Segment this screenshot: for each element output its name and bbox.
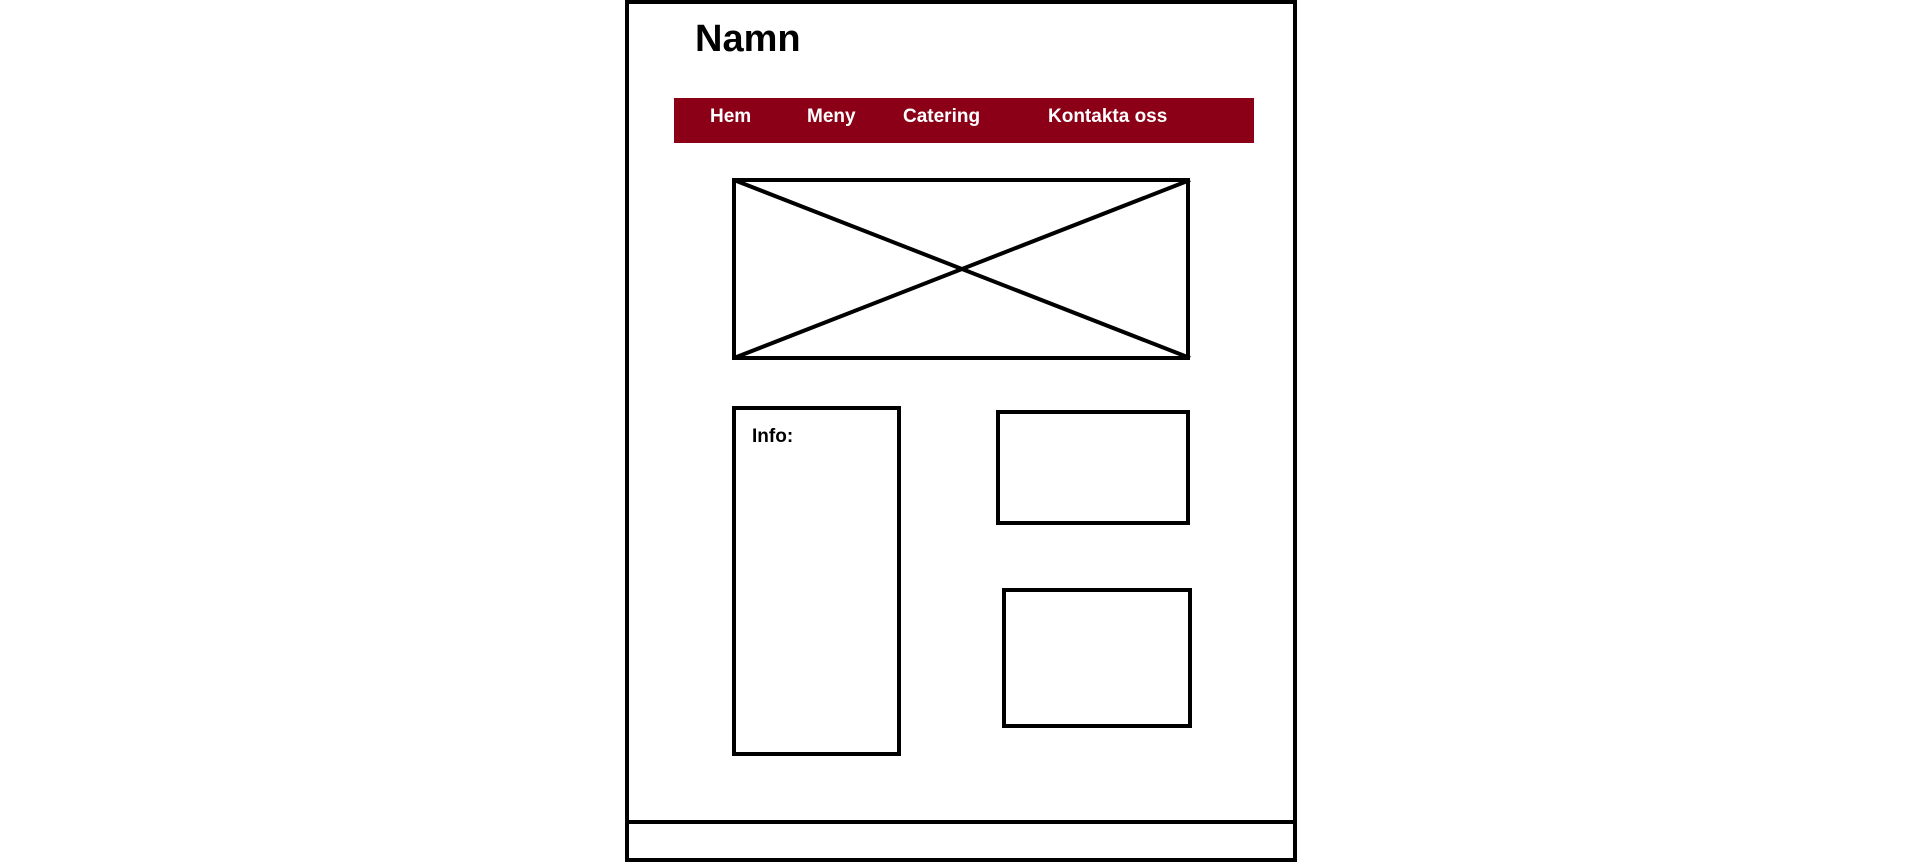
nav-item-hem[interactable]: Hem — [710, 98, 751, 136]
nav-item-meny[interactable]: Meny — [807, 98, 856, 136]
info-box: Info: — [732, 406, 901, 756]
hero-image-placeholder — [732, 178, 1191, 360]
nav-item-catering[interactable]: Catering — [903, 98, 980, 136]
nav-item-kontakta-oss[interactable]: Kontakta oss — [1048, 98, 1167, 136]
nav-bar: Hem Meny Catering Kontakta oss — [674, 98, 1254, 143]
footer-divider — [625, 820, 1297, 824]
info-label: Info: — [752, 426, 794, 447]
content-box-upper — [996, 410, 1190, 525]
site-name: Namn — [695, 18, 801, 60]
content-box-lower — [1002, 588, 1192, 728]
